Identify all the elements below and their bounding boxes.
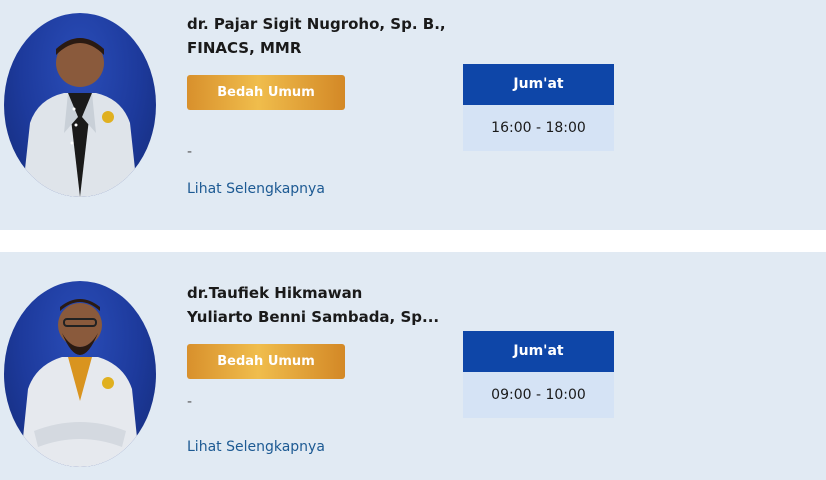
doctor-name-line-1: dr.Taufiek Hikmawan bbox=[187, 284, 363, 302]
view-details-link[interactable]: Lihat Selengkapnya bbox=[187, 439, 325, 455]
doctor-name-line-2: FINACS, MMR bbox=[187, 39, 302, 57]
schedule-day: Jum'at bbox=[463, 64, 614, 105]
doctor-card: dr. Pajar Sigit Nugroho, Sp. B., FINACS,… bbox=[0, 0, 826, 230]
schedule-table: Jum'at 16:00 - 18:00 bbox=[463, 64, 614, 151]
doctor-name: dr.Taufiek Hikmawan Yuliarto Benni Samba… bbox=[187, 281, 447, 329]
specialty-badge[interactable]: Bedah Umum bbox=[187, 75, 345, 110]
doctor-name-line-2: Yuliarto Benni Sambada, Sp... bbox=[187, 308, 440, 326]
schedule-time: 09:00 - 10:00 bbox=[463, 372, 614, 418]
doctor-portrait-icon bbox=[22, 38, 138, 197]
schedule-time: 16:00 - 18:00 bbox=[463, 105, 614, 151]
view-details-link[interactable]: Lihat Selengkapnya bbox=[187, 181, 325, 197]
doctor-note: - bbox=[187, 394, 193, 410]
doctor-name-line-1: dr. Pajar Sigit Nugroho, Sp. B., bbox=[187, 15, 446, 33]
specialty-badge[interactable]: Bedah Umum bbox=[187, 344, 345, 379]
doctor-note: - bbox=[187, 144, 193, 160]
doctor-portrait-icon bbox=[20, 299, 140, 467]
doctor-name: dr. Pajar Sigit Nugroho, Sp. B., FINACS,… bbox=[187, 12, 447, 60]
schedule-table: Jum'at 09:00 - 10:00 bbox=[463, 331, 614, 418]
schedule-day: Jum'at bbox=[463, 331, 614, 372]
doctor-photo bbox=[4, 281, 156, 467]
doctor-photo bbox=[4, 13, 156, 197]
doctor-card: dr.Taufiek Hikmawan Yuliarto Benni Samba… bbox=[0, 252, 826, 480]
